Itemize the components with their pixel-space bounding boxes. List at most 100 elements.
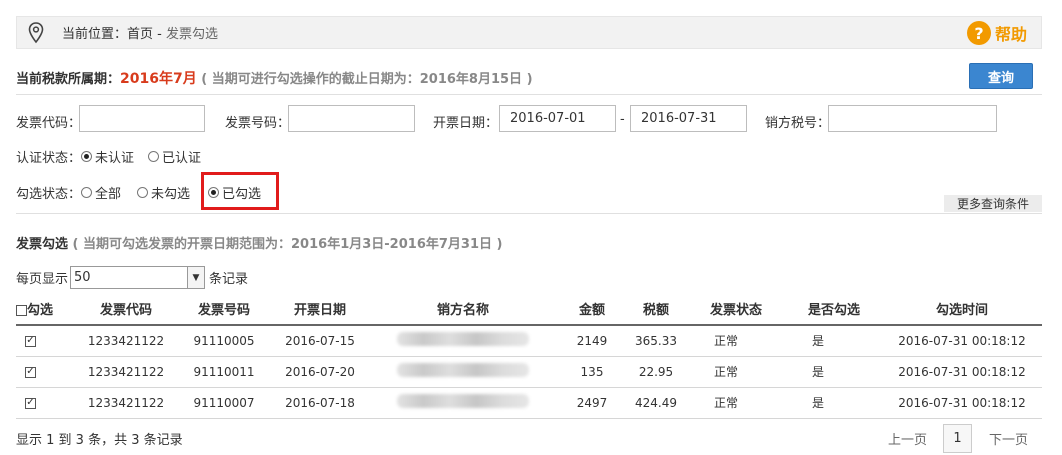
invoice-date-label: 开票日期： — [433, 116, 499, 131]
query-button[interactable]: 查询 — [969, 63, 1033, 89]
pagination: 上一页 1 下一页 — [888, 424, 1028, 453]
location-pin-icon — [26, 21, 46, 45]
radio-unchecked-label[interactable]: 未勾选 — [151, 183, 190, 202]
cell-tax: 424.49 — [626, 387, 686, 419]
cell-amount: 2149 — [558, 325, 626, 357]
radio-unchecked[interactable] — [137, 187, 149, 198]
breadcrumb: 当前位置：首页 - 发票勾选 ? 帮助 — [16, 16, 1042, 49]
date-separator: - — [620, 112, 625, 127]
cell-code: 1233421122 — [76, 325, 176, 357]
cell-status: 正常 — [686, 356, 786, 388]
check-status-label: 勾选状态： — [16, 187, 82, 202]
question-circle-icon: ? — [966, 21, 991, 45]
more-conditions-button[interactable]: 更多查询条件 — [944, 195, 1042, 212]
per-page-prefix: 每页显示 — [16, 272, 69, 287]
blurred-seller-name — [397, 394, 529, 408]
cell-status: 正常 — [686, 387, 786, 419]
cell-tax: 365.33 — [626, 325, 686, 357]
header-date: 开票日期 — [272, 293, 368, 326]
section-note: ( 当期可勾选发票的开票日期范围为：2016年1月3日-2016年7月31日 ) — [72, 237, 503, 252]
table-row: ✓ 1233421122 91110005 2016-07-15 2149 36… — [16, 325, 1042, 357]
date-from-input[interactable]: 2016-07-01 — [499, 105, 616, 132]
records-summary: 显示 1 到 3 条，共 3 条记录 — [16, 433, 183, 448]
invoice-number-label: 发票号码： — [225, 116, 291, 131]
cert-status-label: 认证状态： — [16, 151, 82, 166]
breadcrumb-home[interactable]: 当前位置：首页 - — [62, 27, 162, 42]
header-select-label: 勾选 — [27, 303, 54, 318]
cell-code: 1233421122 — [76, 387, 176, 419]
chevron-down-icon[interactable]: ▼ — [187, 267, 205, 288]
row-checkbox[interactable]: ✓ — [25, 397, 36, 409]
breadcrumb-text: 当前位置：首页 - 发票勾选 — [62, 23, 218, 42]
date-to-input[interactable]: 2016-07-31 — [630, 105, 747, 132]
cell-tax: 22.95 — [626, 356, 686, 388]
cell-date: 2016-07-18 — [272, 387, 368, 419]
invoice-code-input[interactable] — [79, 105, 205, 132]
cert-status-group: 认证状态： 未认证 已认证 — [16, 147, 201, 166]
table-header-row: 勾选 发票代码 发票号码 开票日期 销方名称 金额 税额 发票状态 是否勾选 勾… — [16, 293, 1042, 326]
seller-tax-input[interactable] — [828, 105, 997, 132]
per-page-value: 50 — [74, 270, 91, 285]
radio-certified-label[interactable]: 已认证 — [162, 147, 201, 166]
row-checkbox[interactable]: ✓ — [25, 366, 36, 378]
invoice-code-label: 发票代码： — [16, 116, 82, 131]
cell-status: 正常 — [686, 325, 786, 357]
row-checkbox-cell: ✓ — [16, 387, 76, 419]
invoice-number-input[interactable] — [288, 105, 415, 132]
per-page-control: 每页显示 50 ▼ 条记录 — [16, 266, 248, 289]
header-tax: 税额 — [626, 293, 686, 326]
radio-all-label[interactable]: 全部 — [95, 183, 121, 202]
header-selected: 是否勾选 — [786, 293, 882, 326]
tax-period-label: 当前税款所属期： — [16, 72, 121, 87]
next-page-button[interactable]: 下一页 — [989, 429, 1028, 448]
highlight-box — [201, 172, 279, 210]
cell-number: 91110007 — [176, 387, 272, 419]
cell-seller — [368, 387, 558, 419]
section-title-text: 发票勾选 — [16, 237, 69, 252]
header-time: 勾选时间 — [882, 293, 1042, 326]
radio-uncertified[interactable] — [81, 151, 93, 162]
help-label: 帮助 — [994, 25, 1027, 44]
blurred-seller-name — [397, 332, 529, 347]
cell-amount: 2497 — [558, 387, 626, 419]
header-select: 勾选 — [16, 293, 76, 326]
help-button[interactable]: ? 帮助 — [966, 21, 1027, 45]
radio-all[interactable] — [81, 187, 93, 198]
cell-time: 2016-07-31 00:18:12 — [882, 325, 1042, 357]
header-code: 发票代码 — [76, 293, 176, 326]
cell-number: 91110011 — [176, 356, 272, 388]
seller-tax-label: 销方税号： — [765, 116, 831, 131]
row-checkbox-cell: ✓ — [16, 325, 76, 357]
cell-selected: 是 — [786, 356, 882, 388]
cell-seller — [368, 356, 558, 388]
select-all-checkbox[interactable] — [16, 305, 27, 316]
divider — [16, 94, 1042, 95]
tax-period-note: ( 当期可进行勾选操作的截止日期为：2016年8月15日 ) — [201, 72, 533, 87]
radio-uncertified-label[interactable]: 未认证 — [95, 147, 134, 166]
divider — [16, 213, 1042, 214]
table-row: ✓ 1233421122 91110011 2016-07-20 135 22.… — [16, 356, 1042, 388]
table-row: ✓ 1233421122 91110007 2016-07-18 2497 42… — [16, 387, 1042, 419]
blurred-seller-name — [397, 363, 529, 377]
header-seller: 销方名称 — [368, 293, 558, 326]
tax-period-value: 2016年7月 — [120, 71, 197, 87]
cell-code: 1233421122 — [76, 356, 176, 388]
header-number: 发票号码 — [176, 293, 272, 326]
per-page-suffix: 条记录 — [209, 272, 249, 287]
cell-amount: 135 — [558, 356, 626, 388]
cell-seller — [368, 325, 558, 357]
cell-date: 2016-07-20 — [272, 356, 368, 388]
cell-time: 2016-07-31 00:18:12 — [882, 356, 1042, 388]
row-checkbox[interactable]: ✓ — [25, 335, 36, 347]
breadcrumb-current: 发票勾选 — [161, 27, 218, 42]
cell-time: 2016-07-31 00:18:12 — [882, 387, 1042, 419]
header-amount: 金额 — [558, 293, 626, 326]
radio-certified[interactable] — [148, 151, 160, 162]
tax-period: 当前税款所属期：2016年7月 ( 当期可进行勾选操作的截止日期为：2016年8… — [16, 68, 533, 88]
cell-date: 2016-07-15 — [272, 325, 368, 357]
per-page-select[interactable]: 50 ▼ — [70, 266, 206, 289]
header-status: 发票状态 — [686, 293, 786, 326]
cell-selected: 是 — [786, 387, 882, 419]
prev-page-button[interactable]: 上一页 — [888, 429, 927, 448]
page-number-button[interactable]: 1 — [943, 424, 973, 453]
